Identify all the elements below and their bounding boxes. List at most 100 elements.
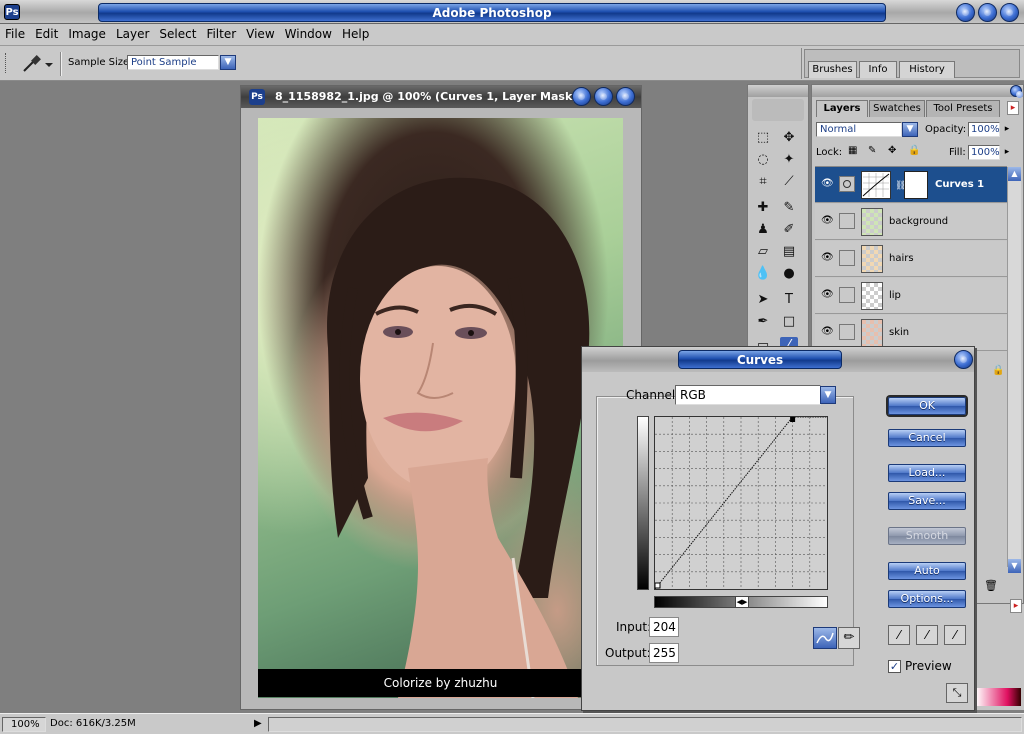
marquee-tool-icon[interactable]: ⬚ bbox=[754, 129, 772, 147]
scroll-down-arrow-icon[interactable]: ▼ bbox=[1008, 559, 1021, 573]
tab-brushes[interactable]: Brushes bbox=[808, 61, 857, 78]
tab-history[interactable]: History bbox=[899, 61, 955, 78]
options-button[interactable]: Options... bbox=[888, 590, 966, 608]
auto-button[interactable]: Auto bbox=[888, 562, 966, 580]
layer-row-curves-1[interactable]: 👁 ⛓ Curves 1 bbox=[815, 167, 1007, 203]
black-eyedropper-icon[interactable]: ⁄ bbox=[888, 625, 910, 645]
palette-menu-icon[interactable]: ▸ bbox=[1007, 101, 1019, 115]
menu-window[interactable]: Window bbox=[280, 24, 337, 45]
doc-maximize-button[interactable] bbox=[594, 87, 613, 106]
clone-stamp-tool-icon[interactable]: ♟ bbox=[754, 221, 772, 239]
cancel-button[interactable]: Cancel bbox=[888, 429, 966, 447]
healing-brush-tool-icon[interactable]: ✚ bbox=[754, 199, 772, 217]
eraser-tool-icon[interactable]: ▱ bbox=[754, 243, 772, 261]
layer-link-box[interactable] bbox=[839, 250, 855, 266]
pencil-mode-icon[interactable]: ✏ bbox=[838, 627, 860, 649]
opacity-field[interactable]: 100% bbox=[968, 122, 1000, 137]
curve-graph[interactable] bbox=[654, 416, 828, 590]
zoom-field[interactable]: 100% bbox=[2, 717, 46, 732]
fill-field[interactable]: 100% bbox=[968, 145, 1000, 160]
lasso-tool-icon[interactable]: ◌ bbox=[754, 151, 772, 169]
dodge-tool-icon[interactable]: ● bbox=[780, 265, 798, 283]
path-selection-tool-icon[interactable]: ➤ bbox=[754, 291, 772, 309]
tools-palette-title-bar[interactable] bbox=[748, 85, 808, 97]
shape-tool-icon[interactable]: □ bbox=[780, 313, 798, 331]
tab-info[interactable]: Info bbox=[859, 61, 897, 78]
crop-tool-icon[interactable]: ⌗ bbox=[754, 173, 772, 191]
visibility-eye-icon[interactable]: 👁 bbox=[821, 290, 834, 300]
move-tool-icon[interactable]: ✥ bbox=[780, 129, 798, 147]
slice-tool-icon[interactable]: ⟋ bbox=[780, 173, 798, 191]
palette-menu-icon[interactable]: ▸ bbox=[1010, 599, 1022, 613]
expand-dialog-icon[interactable]: ⤡ bbox=[946, 683, 968, 703]
layer-row-background[interactable]: 👁 background bbox=[815, 204, 1007, 240]
trash-icon[interactable]: 🗑 bbox=[984, 579, 998, 592]
brush-tool-icon[interactable]: ✎ bbox=[780, 199, 798, 217]
visibility-eye-icon[interactable]: 👁 bbox=[821, 327, 834, 337]
tab-tool-presets[interactable]: Tool Presets bbox=[926, 100, 1000, 117]
curves-close-button[interactable] bbox=[954, 350, 973, 369]
curves-title-bar[interactable]: Curves bbox=[582, 347, 974, 372]
layers-palette-close-button[interactable] bbox=[1010, 85, 1023, 98]
pen-tool-icon[interactable]: ✒ bbox=[754, 313, 772, 331]
load-button[interactable]: Load... bbox=[888, 464, 966, 482]
adobe-online-icon[interactable] bbox=[752, 99, 804, 121]
lock-image-icon[interactable]: ✎ bbox=[868, 145, 876, 156]
menu-view[interactable]: View bbox=[241, 24, 279, 45]
visibility-eye-icon[interactable]: 👁 bbox=[821, 253, 834, 263]
layer-row-lip[interactable]: 👁 lip bbox=[815, 278, 1007, 314]
tab-layers[interactable]: Layers bbox=[816, 100, 868, 117]
curve-point-start[interactable] bbox=[654, 582, 661, 589]
close-button[interactable] bbox=[1000, 3, 1019, 22]
layer-row-hairs[interactable]: 👁 hairs bbox=[815, 241, 1007, 277]
menu-help[interactable]: Help bbox=[337, 24, 374, 45]
channel-chevron-down-icon[interactable]: ▼ bbox=[820, 386, 836, 404]
smooth-button[interactable]: Smooth bbox=[888, 527, 966, 545]
maximize-button[interactable] bbox=[978, 3, 997, 22]
lock-position-icon[interactable]: ✥ bbox=[888, 145, 896, 156]
history-brush-tool-icon[interactable]: ✐ bbox=[780, 221, 798, 239]
blend-mode-chevron-down-icon[interactable]: ▼ bbox=[902, 122, 918, 137]
sample-size-select[interactable]: Point Sample bbox=[127, 55, 219, 70]
menu-file[interactable]: File bbox=[0, 24, 30, 45]
preview-checkbox[interactable]: ✓ bbox=[888, 660, 901, 673]
menu-edit[interactable]: Edit bbox=[30, 24, 63, 45]
fill-slider-arrow-icon[interactable]: ▸ bbox=[1001, 145, 1013, 160]
curve-point-active[interactable] bbox=[790, 417, 796, 422]
ok-button[interactable]: OK bbox=[888, 397, 966, 415]
tab-swatches[interactable]: Swatches bbox=[869, 100, 925, 117]
chevron-down-icon[interactable]: ▼ bbox=[220, 55, 236, 70]
blend-mode-select[interactable]: Normal bbox=[816, 122, 902, 137]
white-eyedropper-icon[interactable]: ⁄ bbox=[944, 625, 966, 645]
layer-mask-link-box[interactable] bbox=[839, 176, 855, 192]
lock-transparency-icon[interactable]: ▦ bbox=[848, 145, 857, 156]
color-ramp[interactable] bbox=[976, 688, 1021, 706]
image-canvas[interactable] bbox=[258, 118, 623, 698]
layer-mask-thumbnail[interactable] bbox=[904, 171, 928, 199]
gray-eyedropper-icon[interactable]: ⁄ bbox=[916, 625, 938, 645]
save-button[interactable]: Save... bbox=[888, 492, 966, 510]
output-field[interactable]: 255 bbox=[649, 643, 679, 663]
menu-image[interactable]: Image bbox=[63, 24, 111, 45]
gradient-tool-icon[interactable]: ▤ bbox=[780, 243, 798, 261]
gradient-toggle-icon[interactable]: ◀▶ bbox=[735, 596, 749, 608]
options-bar-grip[interactable] bbox=[5, 53, 7, 73]
magic-wand-tool-icon[interactable]: ✦ bbox=[780, 151, 798, 169]
layers-palette-title-bar[interactable] bbox=[812, 85, 1023, 97]
type-tool-icon[interactable]: T bbox=[780, 291, 798, 309]
layers-scrollbar[interactable]: ▲ ▼ bbox=[1007, 167, 1021, 573]
layer-link-box[interactable] bbox=[839, 324, 855, 340]
curve-mode-button[interactable] bbox=[813, 627, 837, 649]
doc-close-button[interactable] bbox=[616, 87, 635, 106]
visibility-eye-icon[interactable]: 👁 bbox=[821, 216, 834, 226]
visibility-eye-icon[interactable]: 👁 bbox=[821, 179, 834, 189]
menu-filter[interactable]: Filter bbox=[201, 24, 241, 45]
status-menu-arrow-icon[interactable]: ▶ bbox=[254, 718, 262, 729]
layer-link-box[interactable] bbox=[839, 287, 855, 303]
lock-all-icon[interactable]: 🔒 bbox=[908, 145, 920, 156]
input-field[interactable]: 204 bbox=[649, 617, 679, 637]
menu-layer[interactable]: Layer bbox=[111, 24, 154, 45]
photoshop-icon[interactable]: Ps bbox=[4, 4, 20, 20]
blur-tool-icon[interactable]: 💧 bbox=[754, 265, 772, 283]
minimize-button[interactable] bbox=[956, 3, 975, 22]
